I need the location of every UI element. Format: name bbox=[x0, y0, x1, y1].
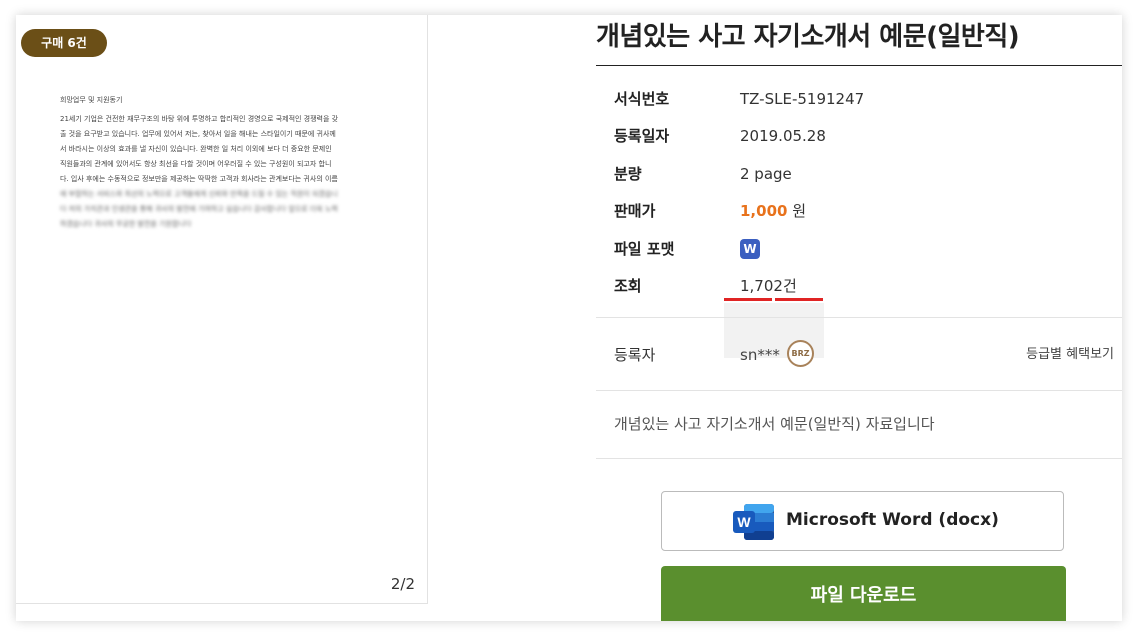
section-divider bbox=[596, 390, 1122, 391]
date-label: 등록일자 bbox=[614, 127, 670, 145]
product-info-panel: 개념있는 사고 자기소개서 예문(일반직) 서식번호 TZ-SLE-519124… bbox=[596, 15, 1122, 621]
preview-document-text: 희망업무 및 지원동기 21세기 기업은 건전한 재무구조의 바탕 위에 투명하… bbox=[60, 95, 378, 235]
preview-gutter bbox=[428, 15, 596, 621]
product-description: 개념있는 사고 자기소개서 예문(일반직) 자료입니다 bbox=[614, 415, 935, 433]
registrant-row: 등록자 sn*** BRZ 등급별 혜택보기 bbox=[614, 340, 1114, 367]
code-label: 서식번호 bbox=[614, 90, 670, 108]
file-format-label: Microsoft Word (docx) bbox=[786, 510, 999, 530]
grade-benefits-link[interactable]: 등급별 혜택보기 bbox=[1026, 343, 1114, 367]
preview-line-blurred: 하겠습니다 귀사의 무궁한 발전을 기원합니다 bbox=[60, 220, 192, 228]
microsoft-word-icon: W bbox=[733, 504, 774, 540]
views-value: 1,702건 bbox=[740, 277, 797, 295]
format-label: 파일 포맷 bbox=[614, 240, 675, 258]
price-value: 1,000 원 bbox=[740, 199, 806, 223]
product-card: 구매 6건 희망업무 및 지원동기 21세기 기업은 건전한 재무구조의 바탕 … bbox=[16, 15, 1122, 621]
preview-line-blurred: 에 부합하는 서비스와 최선의 노력으로 고객들에게 신뢰와 만족을 드릴 수 … bbox=[60, 190, 338, 198]
section-divider bbox=[596, 317, 1122, 318]
preview-line: 직원들과의 관계에 있어서도 항상 최선을 다할 것이며 어우러질 수 있는 구… bbox=[60, 160, 332, 168]
document-preview[interactable]: 구매 6건 희망업무 및 지원동기 21세기 기업은 건전한 재무구조의 바탕 … bbox=[16, 15, 428, 604]
pages-value: 2 page bbox=[740, 165, 792, 183]
download-button[interactable]: 파일 다운로드 bbox=[661, 566, 1066, 621]
purchase-count-badge: 구매 6건 bbox=[21, 29, 107, 57]
word-file-icon: W bbox=[740, 239, 760, 259]
preview-line: 출 것을 요구받고 있습니다. 업무에 있어서 저는, 찾아서 일을 해내는 스… bbox=[60, 130, 336, 138]
file-format-button[interactable]: W Microsoft Word (docx) bbox=[661, 491, 1064, 551]
preview-line: 21세기 기업은 건전한 재무구조의 바탕 위에 투명하고 합리적인 경영으로 … bbox=[60, 115, 339, 123]
preview-line: 서 바라시는 이상의 효과를 낼 자신이 있습니다. 완벽한 일 처리 이외에 … bbox=[60, 145, 332, 153]
product-title: 개념있는 사고 자기소개서 예문(일반직) bbox=[596, 22, 1020, 52]
code-value: TZ-SLE-5191247 bbox=[740, 90, 865, 108]
date-value: 2019.05.28 bbox=[740, 127, 826, 145]
preview-heading: 희망업무 및 지원동기 bbox=[60, 96, 123, 104]
views-label: 조회 bbox=[614, 277, 642, 295]
views-underline-left bbox=[724, 298, 772, 301]
format-value: W bbox=[740, 237, 760, 261]
price-label: 판매가 bbox=[614, 202, 656, 220]
preview-line-blurred: 다 저의 가치관과 인생관을 통해 귀사의 발전에 기여하고 싶습니다 감사합니… bbox=[60, 205, 338, 213]
section-divider bbox=[596, 458, 1122, 459]
views-underline-right bbox=[775, 298, 823, 301]
page-indicator: 2/2 bbox=[390, 575, 415, 593]
registrant-label: 등록자 bbox=[614, 346, 656, 364]
preview-line: 다. 입사 후에는 수동적으로 정보만을 제공하는 딱딱한 고객과 회사라는 관… bbox=[60, 175, 338, 183]
price-unit: 원 bbox=[787, 202, 807, 220]
registrant-name: sn*** bbox=[740, 346, 780, 364]
word-icon-letter: W bbox=[737, 514, 751, 530]
pages-label: 분량 bbox=[614, 165, 642, 183]
price-amount: 1,000 bbox=[740, 202, 788, 220]
title-divider bbox=[596, 65, 1122, 66]
grade-badge: BRZ bbox=[787, 340, 814, 367]
